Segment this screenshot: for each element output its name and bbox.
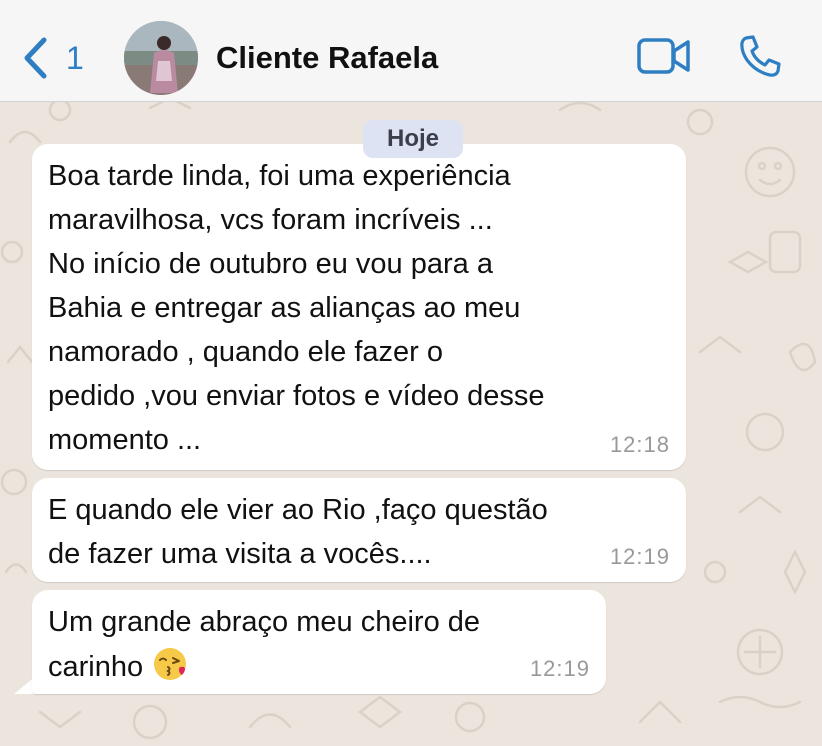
chevron-left-icon bbox=[24, 37, 47, 79]
message-timestamp: 12:19 bbox=[609, 544, 670, 569]
message-bubble[interactable]: Boa tarde linda, foi uma experiência mar… bbox=[32, 144, 686, 470]
phone-icon bbox=[740, 35, 781, 77]
message-bubble[interactable]: E quando ele vier ao Rio ,faço questão d… bbox=[32, 478, 686, 582]
contact-avatar[interactable] bbox=[124, 21, 198, 95]
message-text-wrapper: Um grande abraço meu cheiro de carinho bbox=[48, 600, 590, 689]
message-text: E quando ele vier ao Rio ,faço questão d… bbox=[48, 494, 548, 570]
chat-area[interactable]: Hoje Boa tarde linda, foi uma experiênci… bbox=[0, 102, 822, 746]
message-text: Boa tarde linda, foi uma experiência mar… bbox=[48, 160, 545, 456]
date-separator: Hoje bbox=[363, 120, 463, 158]
contact-name[interactable]: Cliente Rafaela bbox=[216, 40, 438, 76]
message-bubble[interactable]: Um grande abraço meu cheiro de carinho 1… bbox=[32, 590, 606, 694]
message-text: Um grande abraço meu cheiro de carinho bbox=[48, 606, 481, 683]
voice-call-button[interactable] bbox=[736, 32, 784, 85]
avatar-photo bbox=[124, 21, 198, 95]
unread-count: 1 bbox=[66, 39, 84, 76]
chat-header: 1 Cliente Rafaela bbox=[0, 0, 822, 102]
kissing-heart-emoji bbox=[154, 648, 187, 680]
message-timestamp: 12:19 bbox=[529, 656, 590, 681]
video-camera-icon bbox=[637, 38, 690, 74]
message-timestamp: 12:18 bbox=[609, 432, 670, 457]
video-call-button[interactable] bbox=[636, 36, 692, 81]
back-button[interactable]: 1 bbox=[22, 36, 84, 80]
